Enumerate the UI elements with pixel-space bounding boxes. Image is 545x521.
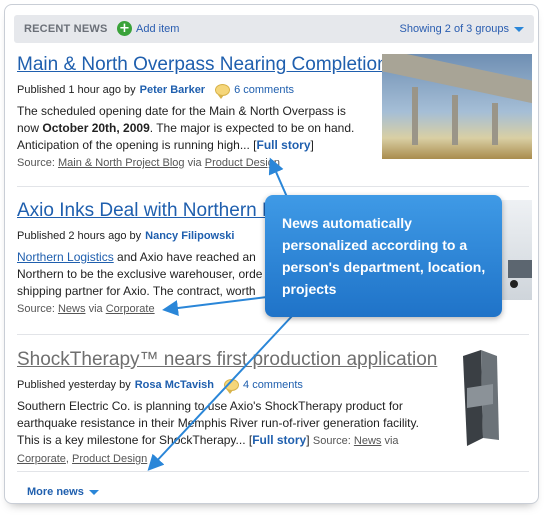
news-widget: RECENT NEWS + Add item Showing 2 of 3 gr… (4, 4, 539, 504)
callout-text: News automatically personalized accordin… (282, 215, 486, 297)
callout-tooltip: News automatically personalized accordin… (265, 195, 502, 317)
